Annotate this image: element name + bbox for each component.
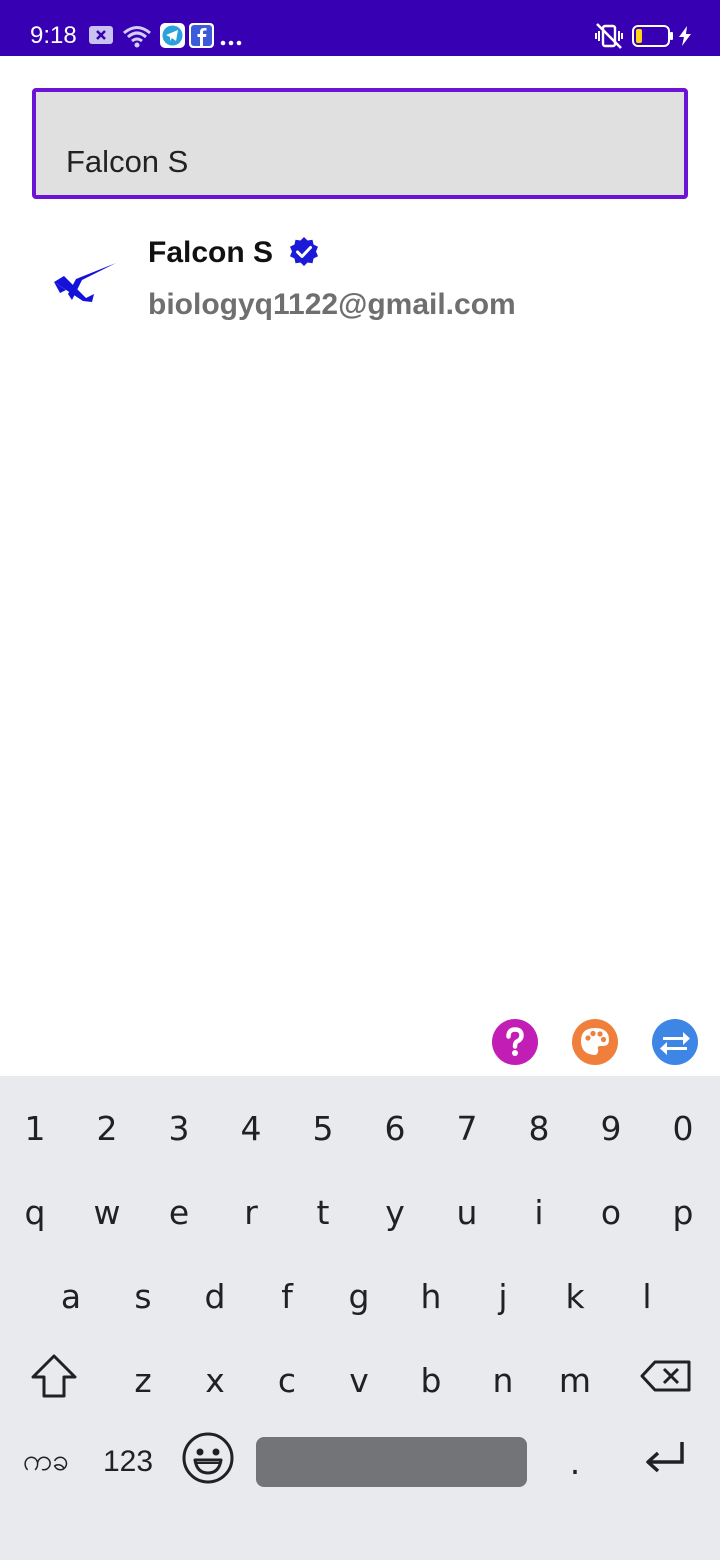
search-input[interactable]: Falcon S xyxy=(32,88,688,199)
key-z[interactable]: z xyxy=(113,1350,173,1410)
swap-button[interactable] xyxy=(652,1019,698,1065)
wifi-icon xyxy=(122,24,152,53)
verified-badge-icon xyxy=(288,236,320,273)
result-email: biologyq1122@gmail.com xyxy=(148,288,516,321)
vibrate-off-icon xyxy=(594,22,624,55)
key-m[interactable]: m xyxy=(545,1350,605,1410)
key-l[interactable]: l xyxy=(617,1266,677,1326)
key-y[interactable]: y xyxy=(365,1182,425,1242)
key-r[interactable]: r xyxy=(221,1182,281,1242)
enter-key[interactable] xyxy=(636,1432,696,1492)
telegram-icon xyxy=(160,23,185,53)
falcon-logo-icon xyxy=(52,256,118,309)
key-h[interactable]: h xyxy=(401,1266,461,1326)
key-n[interactable]: n xyxy=(473,1350,533,1410)
charging-icon xyxy=(678,26,692,51)
battery-low-icon xyxy=(632,25,674,52)
key-g[interactable]: g xyxy=(329,1266,389,1326)
help-icon xyxy=(492,1019,538,1065)
language-key[interactable]: ကခ xyxy=(6,1432,86,1492)
help-button[interactable] xyxy=(492,1019,538,1065)
key-8[interactable]: 8 xyxy=(509,1098,569,1158)
key-0[interactable]: 0 xyxy=(653,1098,713,1158)
key-v[interactable]: v xyxy=(329,1350,389,1410)
status-bar: 9:18 xyxy=(0,0,720,56)
key-u[interactable]: u xyxy=(437,1182,497,1242)
enter-icon xyxy=(644,1440,688,1484)
key-9[interactable]: 9 xyxy=(581,1098,641,1158)
key-4[interactable]: 4 xyxy=(221,1098,281,1158)
key-o[interactable]: o xyxy=(581,1182,641,1242)
key-2[interactable]: 2 xyxy=(77,1098,137,1158)
key-w[interactable]: w xyxy=(77,1182,137,1242)
key-a[interactable]: a xyxy=(41,1266,101,1326)
key-c[interactable]: c xyxy=(257,1350,317,1410)
more-notifications-icon xyxy=(220,33,242,51)
key-k[interactable]: k xyxy=(545,1266,605,1326)
key-d[interactable]: d xyxy=(185,1266,245,1326)
key-6[interactable]: 6 xyxy=(365,1098,425,1158)
space-key[interactable] xyxy=(256,1437,527,1487)
key-f[interactable]: f xyxy=(257,1266,317,1326)
list-item[interactable]: Falcon S biologyq1122@gmail.com xyxy=(0,212,720,342)
key-7[interactable]: 7 xyxy=(437,1098,497,1158)
facebook-icon xyxy=(189,23,214,53)
close-notification-icon xyxy=(88,24,114,51)
key-5[interactable]: 5 xyxy=(293,1098,353,1158)
status-time: 9:18 xyxy=(30,22,77,49)
key-e[interactable]: e xyxy=(149,1182,209,1242)
numbers-key-label: 123 xyxy=(102,1445,154,1478)
key-t[interactable]: t xyxy=(293,1182,353,1242)
period-key[interactable]: . xyxy=(545,1432,605,1492)
search-input-value: Falcon S xyxy=(66,144,189,179)
emoji-icon xyxy=(181,1431,235,1493)
key-i[interactable]: i xyxy=(509,1182,569,1242)
theme-button[interactable] xyxy=(572,1019,618,1065)
backspace-key[interactable] xyxy=(636,1350,696,1410)
result-name: Falcon S xyxy=(148,236,274,269)
key-s[interactable]: s xyxy=(113,1266,173,1326)
palette-icon xyxy=(572,1019,618,1065)
swap-icon xyxy=(652,1019,698,1065)
key-b[interactable]: b xyxy=(401,1350,461,1410)
backspace-icon xyxy=(640,1360,692,1400)
language-key-label: ကခ xyxy=(22,1443,70,1477)
key-1[interactable]: 1 xyxy=(5,1098,65,1158)
key-p[interactable]: p xyxy=(653,1182,713,1242)
key-x[interactable]: x xyxy=(185,1350,245,1410)
numbers-key[interactable]: 123 xyxy=(88,1432,168,1492)
key-3[interactable]: 3 xyxy=(149,1098,209,1158)
key-q[interactable]: q xyxy=(5,1182,65,1242)
keyboard: 1 2 3 4 5 6 7 8 9 0 q w e r t y u i o p … xyxy=(0,1076,720,1560)
shift-icon xyxy=(30,1352,78,1408)
emoji-key[interactable] xyxy=(178,1432,238,1492)
shift-key[interactable] xyxy=(24,1350,84,1410)
key-j[interactable]: j xyxy=(473,1266,533,1326)
